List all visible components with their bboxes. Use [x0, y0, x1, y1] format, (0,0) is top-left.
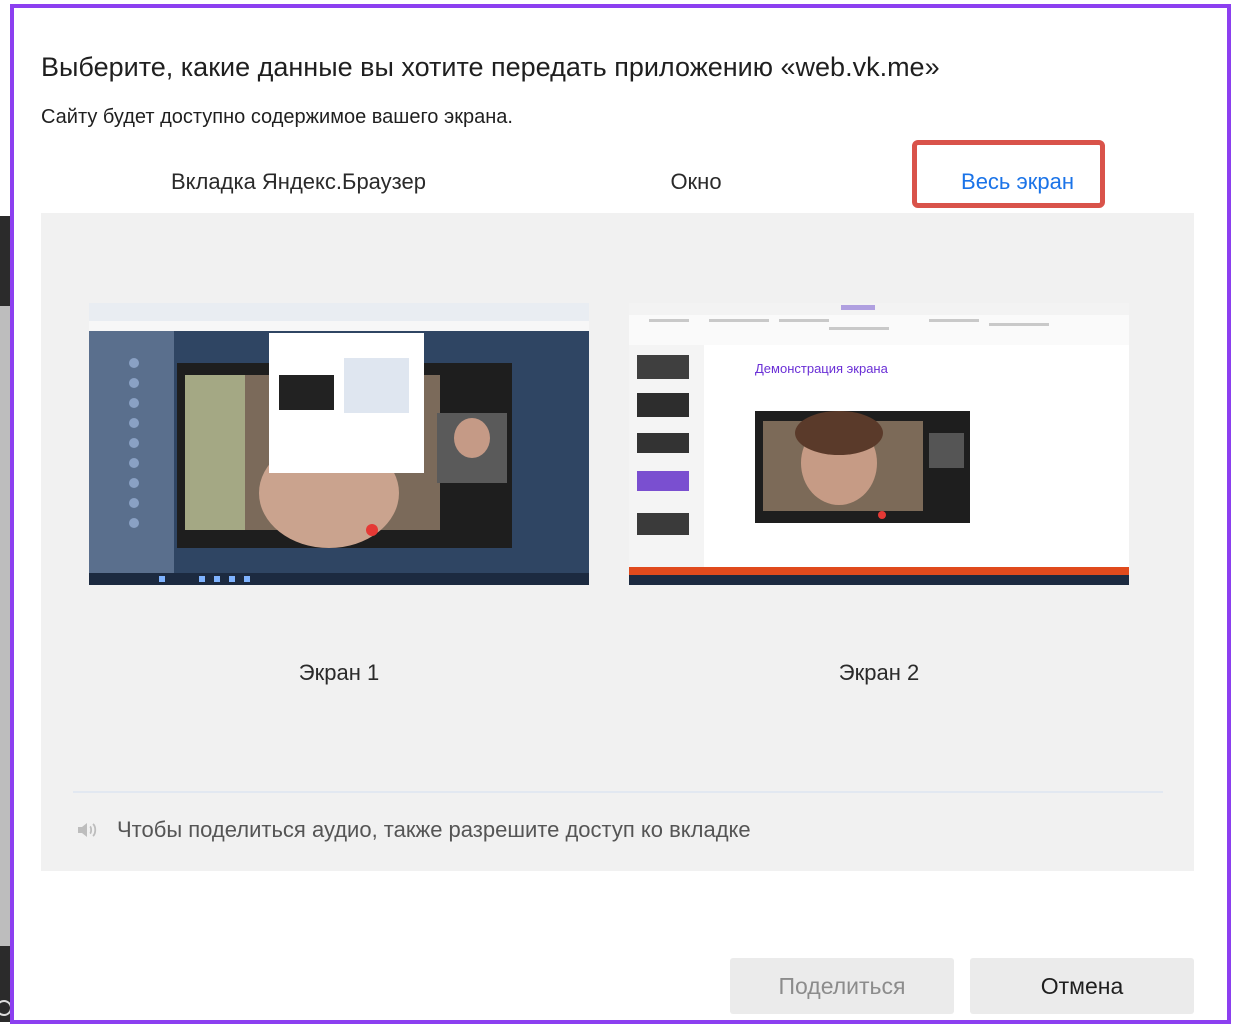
dialog-subtitle: Сайту будет доступно содержимое вашего э… [41, 106, 513, 128]
screen-2-thumbnail[interactable]: Демонстрация экрана [629, 303, 1129, 585]
tab-entire-screen-label: Весь экран [961, 169, 1074, 194]
cancel-button[interactable]: Отмена [970, 958, 1194, 1014]
dialog-title: Выберите, какие данные вы хотите передат… [41, 52, 940, 82]
speaker-icon [78, 823, 97, 837]
panel-divider [73, 791, 1163, 793]
source-tabs: Вкладка Яндекс.Браузер Окно Весь экран [41, 158, 1194, 217]
screen-share-dialog: Выберите, какие данные вы хотите передат… [10, 4, 1231, 1024]
audio-hint-text: Чтобы поделиться аудио, также разрешите … [117, 817, 751, 842]
audio-hint: Чтобы поделиться аудио, также разрешите … [75, 815, 751, 845]
slide-title: Демонстрация экрана [755, 361, 889, 376]
screen-2-label: Экран 2 [838, 660, 920, 685]
tab-entire-screen[interactable]: Весь экран [841, 158, 1194, 217]
screens-panel: Демонстрация экрана Экран 1 Экран 2 Чтоб… [41, 213, 1194, 871]
share-button[interactable]: Поделиться [730, 958, 954, 1014]
screen-1-label: Экран 1 [298, 660, 380, 685]
screen-1-thumbnail[interactable] [89, 303, 589, 585]
